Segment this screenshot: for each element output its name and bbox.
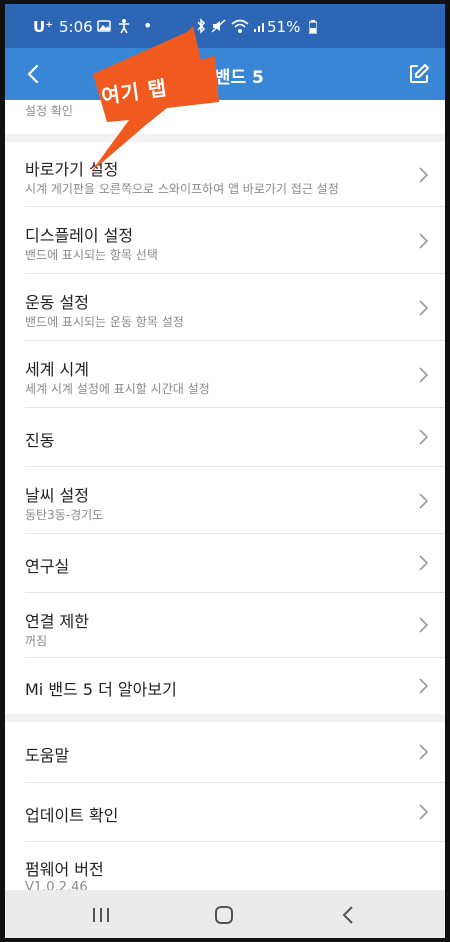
app-bar: Mi 밴드 5	[5, 48, 445, 100]
status-bar: U⁺ 5:06 • 51%	[5, 4, 445, 48]
settings-card-about: 도움말 업데이트 확인 펌웨어 버전 V1.0.2.46	[5, 722, 445, 890]
settings-row-shortcuts[interactable]: 바로가기 설정 시계 게기판을 오른쪽으로 스와이프하여 앱 바로가기 접근 설…	[5, 142, 445, 206]
settings-row-subtitle: 밴드에 표시되는 항목 선택	[25, 248, 158, 262]
chevron-right-icon	[419, 493, 429, 509]
chevron-right-icon	[419, 555, 429, 571]
home-icon	[215, 906, 233, 924]
edit-icon	[410, 64, 429, 83]
settings-row-subtitle: 세계 시계 설정에 표시할 시간대 설정	[25, 382, 210, 396]
settings-row-title: 세계 시계	[25, 360, 89, 379]
settings-row-labs[interactable]: 연구실	[5, 534, 445, 592]
chevron-right-icon	[419, 804, 429, 820]
settings-row-help[interactable]: 도움말	[5, 722, 445, 782]
chevron-right-icon	[419, 367, 429, 383]
chevron-right-icon	[419, 300, 429, 316]
settings-list[interactable]: 설정 확인 바로가기 설정 시계 게기판을 오른쪽으로 스와이프하여 앱 바로가…	[5, 100, 445, 890]
settings-row-title: 연결 제한	[25, 612, 89, 631]
chevron-right-icon	[419, 617, 429, 633]
settings-row-weather[interactable]: 날씨 설정 동탄3동-경기도	[5, 467, 445, 533]
settings-row-title: 운동 설정	[25, 293, 89, 312]
settings-row-title: 날씨 설정	[25, 486, 89, 505]
recent-apps-icon	[93, 908, 109, 922]
settings-row-subtitle: 설정 확인	[25, 104, 73, 118]
settings-row-subtitle: 동탄3동-경기도	[25, 508, 104, 522]
settings-row-clipped[interactable]: 설정 확인	[5, 100, 445, 134]
settings-row-title: 펌웨어 버전	[25, 860, 104, 879]
chevron-right-icon	[419, 167, 429, 183]
settings-row-check-update[interactable]: 업데이트 확인	[5, 783, 445, 841]
firmware-version: V1.0.2.46	[25, 880, 88, 890]
settings-row-title: 업데이트 확인	[25, 806, 119, 825]
battery-level: 51%	[267, 18, 301, 36]
settings-row-title: 진동	[25, 431, 55, 450]
settings-row-workout[interactable]: 운동 설정 밴드에 표시되는 운동 항목 설정	[5, 274, 445, 340]
settings-row-vibration[interactable]: 진동	[5, 408, 445, 466]
settings-card-top: 설정 확인	[5, 100, 445, 134]
settings-row-subtitle: 밴드에 표시되는 운동 항목 설정	[25, 315, 184, 329]
settings-row-subtitle: 시계 게기판을 오른쪽으로 스와이프하여 앱 바로가기 접근 설정	[25, 182, 339, 196]
system-nav-bar	[5, 890, 445, 938]
signal-icon	[254, 23, 264, 32]
settings-row-learn-more[interactable]: Mi 밴드 5 더 알아보기	[5, 658, 445, 714]
page-title: Mi 밴드 5	[186, 68, 264, 88]
chevron-right-icon	[419, 429, 429, 445]
chevron-right-icon	[419, 233, 429, 249]
settings-row-world-clock[interactable]: 세계 시계 세계 시계 설정에 표시할 시간대 설정	[5, 341, 445, 407]
system-back-button[interactable]	[338, 904, 360, 926]
settings-row-subtitle: 꺼짐	[25, 634, 48, 648]
settings-row-title: 도움말	[25, 746, 70, 765]
phone-screen: U⁺ 5:06 • 51% Mi 밴드 5 설정 확인 바로가기 설정 시계 게…	[5, 4, 445, 938]
settings-row-title: 연구실	[25, 557, 70, 576]
chevron-right-icon	[419, 744, 429, 760]
recent-apps-button[interactable]	[90, 904, 112, 926]
wifi-icon	[231, 19, 249, 33]
settings-card-device: 바로가기 설정 시계 게기판을 오른쪽으로 스와이프하여 앱 바로가기 접근 설…	[5, 142, 445, 714]
carrier-label: U⁺	[33, 18, 54, 36]
settings-row-connection-limit[interactable]: 연결 제한 꺼짐	[5, 593, 445, 657]
chevron-right-icon	[419, 678, 429, 694]
edit-button[interactable]	[407, 62, 431, 86]
back-icon	[342, 906, 353, 924]
settings-row-title: Mi 밴드 5 더 알아보기	[25, 680, 177, 699]
settings-row-firmware: 펌웨어 버전 V1.0.2.46	[5, 842, 445, 890]
settings-row-title: 디스플레이 설정	[25, 226, 134, 245]
home-button[interactable]	[213, 904, 235, 926]
battery-icon	[309, 20, 317, 34]
settings-row-display[interactable]: 디스플레이 설정 밴드에 표시되는 항목 선택	[5, 207, 445, 273]
